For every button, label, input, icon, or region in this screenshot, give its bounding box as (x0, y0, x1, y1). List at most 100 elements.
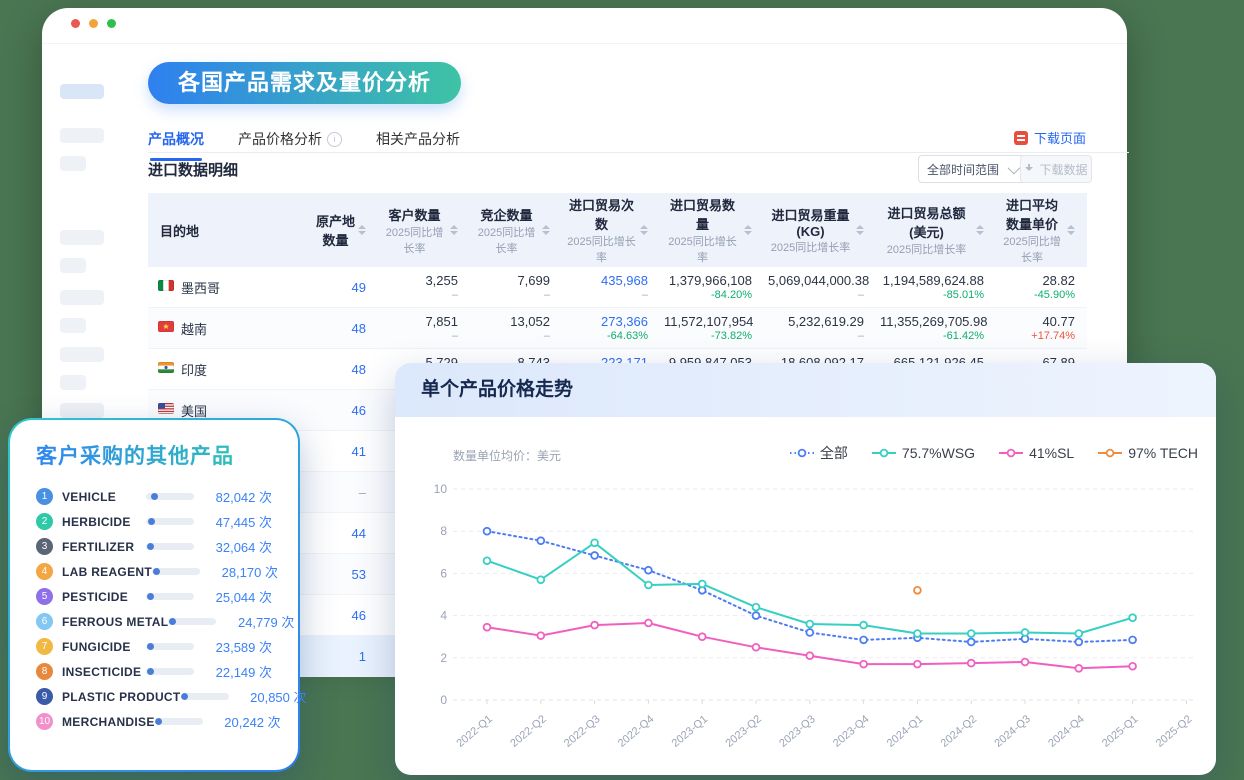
sort-icon[interactable] (542, 225, 550, 235)
data-cell: 5,232,619.29– (764, 308, 876, 349)
sort-icon[interactable] (744, 225, 752, 235)
mini-slider[interactable] (146, 593, 194, 600)
product-name: LAB REAGENT (62, 565, 152, 579)
column-header[interactable]: 进口贸易总额(美元)2025同比增长率 (876, 193, 996, 267)
data-cell: 3,255– (378, 267, 470, 308)
svg-text:6: 6 (440, 566, 447, 580)
rank-badge: 6 (36, 613, 53, 630)
data-cell: 28.82-45.90% (996, 267, 1087, 308)
column-header-content: 原产地数量 (302, 211, 366, 249)
product-name: INSECTICIDE (62, 665, 146, 679)
svg-text:2022-Q2: 2022-Q2 (508, 713, 549, 750)
destination-cell: 越南 (148, 308, 298, 349)
slider-dot (151, 493, 158, 500)
svg-text:2022-Q1: 2022-Q1 (454, 713, 495, 750)
sort-icon[interactable] (856, 225, 864, 235)
column-header[interactable]: 竞企数量2025同比增长率 (470, 193, 562, 267)
page-title: 各国产品需求及量价分析 (148, 62, 461, 104)
svg-text:8: 8 (440, 524, 447, 538)
close-button[interactable] (71, 19, 80, 28)
download-data-button[interactable]: 下载数据 (1020, 155, 1092, 183)
tab-price-analysis[interactable]: 产品价格分析 i (238, 126, 342, 152)
list-item[interactable]: 5PESTICIDE25,044 次 (36, 584, 272, 609)
origin-count-cell[interactable]: 46 (298, 390, 378, 431)
country-flag-icon (158, 403, 174, 414)
column-header[interactable]: 原产地数量 (298, 193, 378, 267)
svg-text:2023-Q2: 2023-Q2 (723, 713, 764, 750)
column-header-text: 进口贸易数量2025同比增长率 (664, 195, 741, 265)
mini-slider[interactable] (152, 568, 200, 575)
mini-slider[interactable] (155, 718, 203, 725)
svg-text:2023-Q4: 2023-Q4 (831, 713, 872, 750)
table-row[interactable]: 越南487,851–13,052–273,366-64.63%11,572,10… (148, 308, 1087, 349)
list-item[interactable]: 3FERTILIZER32,064 次 (36, 534, 272, 559)
product-name: FUNGICIDE (62, 640, 146, 654)
info-icon[interactable]: i (327, 132, 342, 147)
list-item[interactable]: 9PLASTIC PRODUCT20,850 次 (36, 684, 272, 709)
download-page-link[interactable]: 下载页面 (1014, 128, 1086, 147)
svg-text:2022-Q3: 2022-Q3 (562, 713, 603, 750)
sort-icon[interactable] (358, 225, 366, 235)
other-products-list: 1VEHICLE82,042 次2HERBICIDE47,445 次3FERTI… (36, 484, 272, 734)
column-header[interactable]: 进口贸易重量(KG)2025同比增长率 (764, 193, 876, 267)
column-header-text: 进口贸易总额(美元)2025同比增长率 (880, 203, 973, 257)
list-item[interactable]: 6FERROUS METAL24,779 次 (36, 609, 272, 634)
list-item[interactable]: 1VEHICLE82,042 次 (36, 484, 272, 509)
destination-name: 美国 (181, 401, 207, 420)
list-item[interactable]: 10MERCHANDISE20,242 次 (36, 709, 272, 734)
column-header[interactable]: 进口平均数量单价2025同比增长率 (996, 193, 1087, 267)
tab-product-overview[interactable]: 产品概况 (148, 126, 204, 152)
time-range-select[interactable]: 全部时间范围 (918, 155, 1026, 183)
slider-dot (153, 568, 160, 575)
list-item[interactable]: 7FUNGICIDE23,589 次 (36, 634, 272, 659)
tab-label: 产品价格分析 (238, 129, 322, 149)
trend-line-chart: 02468102022-Q12022-Q22022-Q32022-Q42023-… (395, 417, 1216, 775)
sort-icon[interactable] (1067, 225, 1075, 235)
data-cell: 1,379,966,108-84.20% (660, 267, 764, 308)
slider-dot (147, 593, 154, 600)
mini-slider[interactable] (146, 518, 194, 525)
origin-count-cell[interactable]: 44 (298, 513, 378, 554)
mini-slider[interactable] (146, 493, 194, 500)
mini-slider[interactable] (146, 643, 194, 650)
sort-icon[interactable] (976, 225, 984, 235)
origin-count-cell[interactable]: – (298, 472, 378, 513)
chart-title: 单个产品价格走势 (395, 363, 1216, 417)
destination-name: 越南 (181, 319, 207, 338)
svg-text:2023-Q3: 2023-Q3 (777, 713, 818, 750)
origin-count-cell[interactable]: 46 (298, 595, 378, 636)
svg-text:2024-Q3: 2024-Q3 (992, 713, 1033, 750)
column-header[interactable]: 进口贸易数量2025同比增长率 (660, 193, 764, 267)
origin-count-cell[interactable]: 53 (298, 554, 378, 595)
mini-slider[interactable] (168, 618, 216, 625)
table-row[interactable]: 墨西哥493,255–7,699–435,968–1,379,966,108-8… (148, 267, 1087, 308)
origin-count-cell[interactable]: 48 (298, 308, 378, 349)
origin-count-cell[interactable]: 41 (298, 431, 378, 472)
maximize-button[interactable] (107, 19, 116, 28)
data-cell[interactable]: 435,968– (562, 267, 660, 308)
mini-slider[interactable] (146, 668, 194, 675)
data-cell[interactable]: 273,366-64.63% (562, 308, 660, 349)
sort-icon[interactable] (450, 225, 458, 235)
rank-badge: 8 (36, 663, 53, 680)
list-item[interactable]: 2HERBICIDE47,445 次 (36, 509, 272, 534)
origin-count-cell[interactable]: 48 (298, 349, 378, 390)
skeleton-bar (60, 290, 104, 305)
slider-dot (169, 618, 176, 625)
price-trend-card: 单个产品价格走势 数量单位均价：美元 全部 75.7%WSG 41%SL 97%… (395, 363, 1216, 775)
minimize-button[interactable] (89, 19, 98, 28)
purchase-count: 20,850 次 (239, 687, 307, 706)
origin-count-cell[interactable]: 1 (298, 636, 378, 677)
download-page-icon (1014, 131, 1028, 145)
mini-slider[interactable] (146, 543, 194, 550)
origin-count-cell[interactable]: 49 (298, 267, 378, 308)
mini-slider[interactable] (181, 693, 229, 700)
column-header-text: 进口贸易次数2025同比增长率 (566, 195, 637, 265)
list-item[interactable]: 4LAB REAGENT28,170 次 (36, 559, 272, 584)
list-item[interactable]: 8INSECTICIDE22,149 次 (36, 659, 272, 684)
column-header-text: 竞企数量2025同比增长率 (474, 205, 539, 256)
column-header[interactable]: 客户数量2025同比增长率 (378, 193, 470, 267)
tab-related-products[interactable]: 相关产品分析 (376, 126, 460, 152)
column-header[interactable]: 进口贸易次数2025同比增长率 (562, 193, 660, 267)
sort-icon[interactable] (640, 225, 648, 235)
